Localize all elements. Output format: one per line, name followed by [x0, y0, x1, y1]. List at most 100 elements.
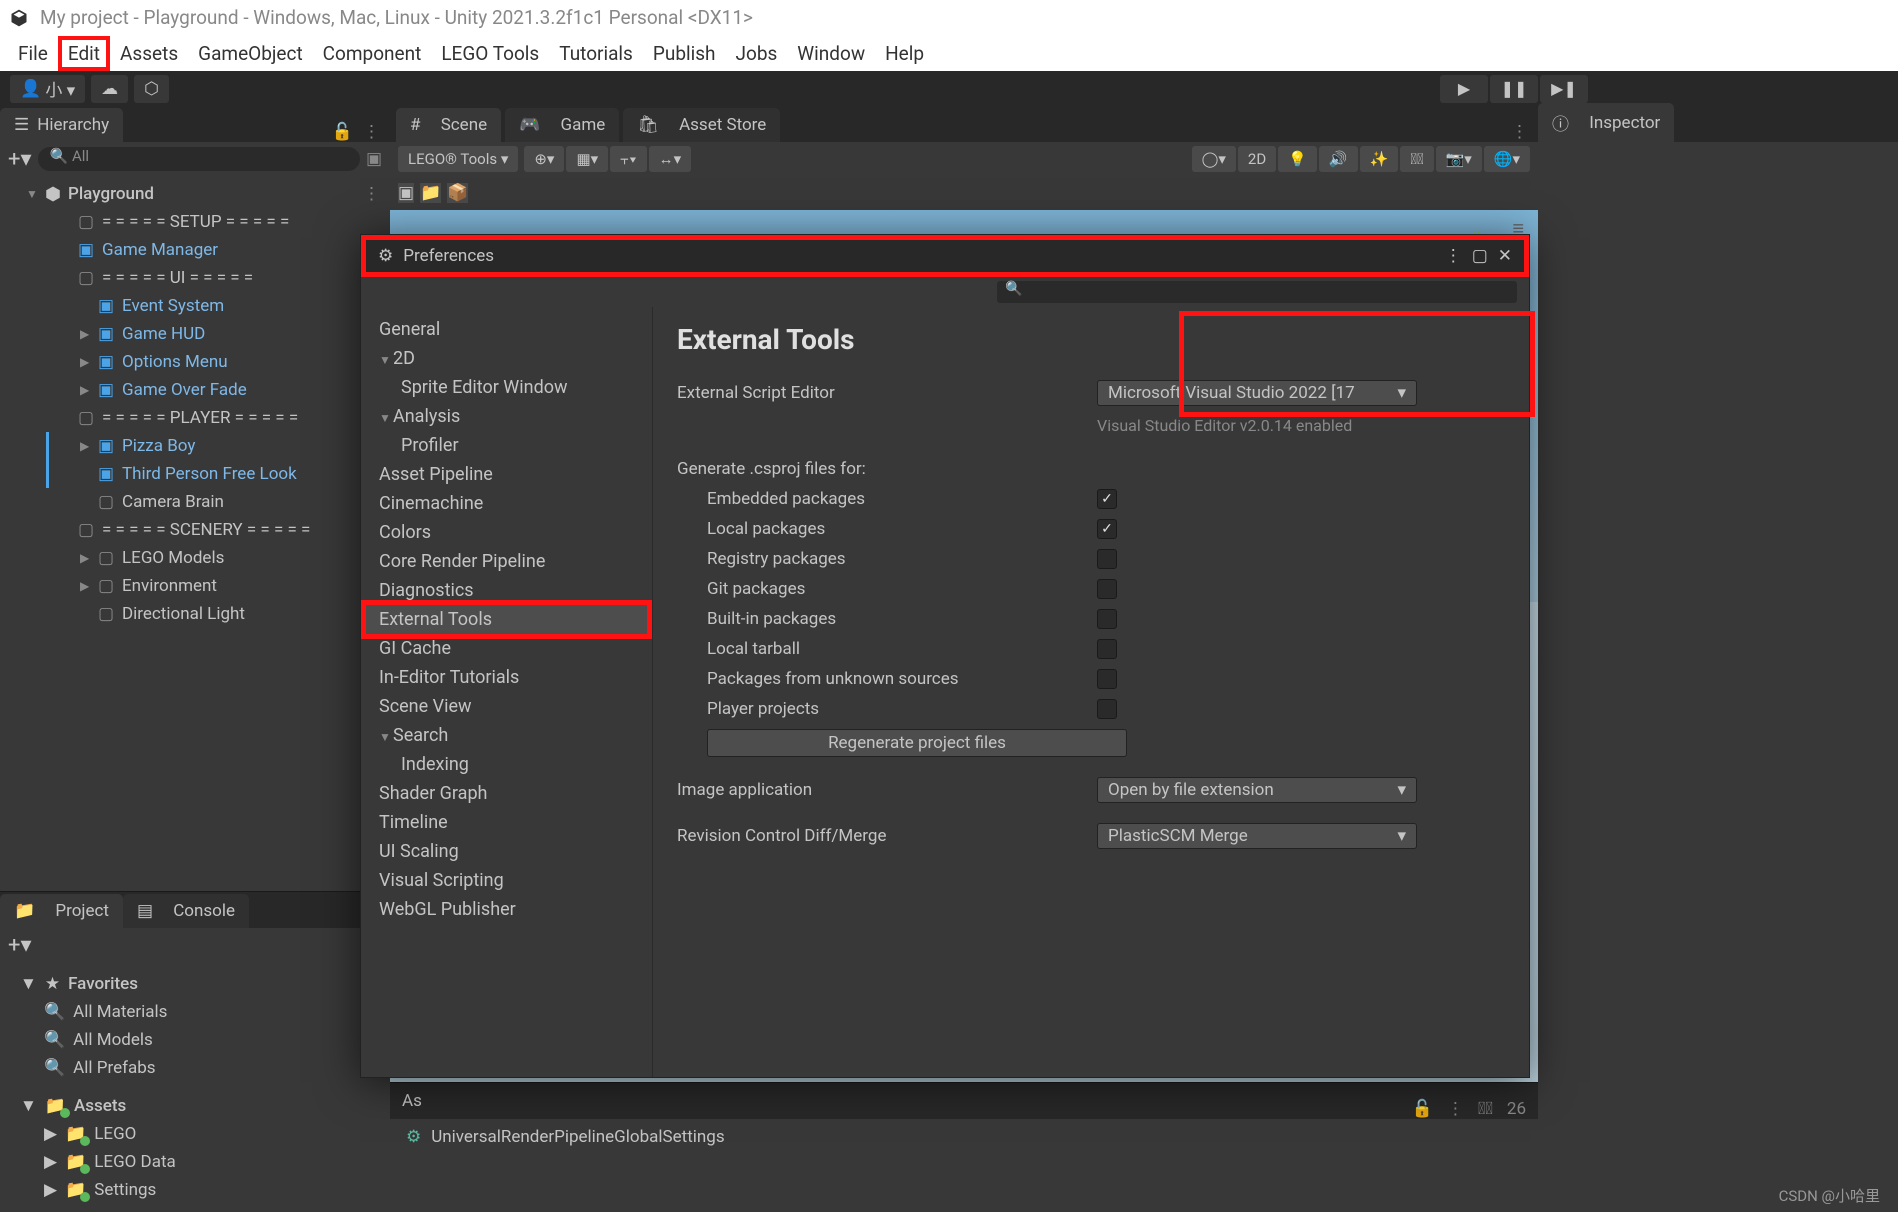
inspector-tab[interactable]: ⓘ Inspector — [1538, 103, 1674, 142]
local-packages-checkbox[interactable]: ✓ — [1097, 519, 1117, 539]
hierarchy-item[interactable]: ▶▢LEGO Models — [0, 544, 390, 572]
pref-indexing[interactable]: Indexing — [361, 750, 652, 779]
menu-jobs[interactable]: Jobs — [726, 36, 788, 71]
snap-button[interactable]: ⫟▾ — [610, 146, 646, 172]
lock-icon[interactable]: 🔓 — [1412, 1099, 1433, 1119]
account-button[interactable]: 👤 小 ▾ — [10, 75, 85, 103]
pref-ui-scaling[interactable]: UI Scaling — [361, 837, 652, 866]
pref-tutorials[interactable]: In-Editor Tutorials — [361, 663, 652, 692]
snap-increment-button[interactable]: ↔▾ — [649, 146, 692, 172]
lock-icon[interactable]: 🔓 — [332, 122, 353, 142]
assets-header[interactable]: ▼📁Assets — [0, 1092, 390, 1120]
pref-profiler[interactable]: Profiler — [361, 431, 652, 460]
more-icon[interactable]: ⋮ — [1511, 122, 1528, 142]
menu-component[interactable]: Component — [313, 36, 432, 71]
local-tarball-checkbox[interactable] — [1097, 639, 1117, 659]
project-tab[interactable]: 📁 Project — [0, 894, 123, 928]
hierarchy-item[interactable]: ▢= = = = = PLAYER = = = = = — [0, 404, 390, 432]
menu-edit[interactable]: Edit — [58, 36, 110, 71]
pref-search[interactable]: ▼Search — [361, 721, 652, 750]
step-button[interactable]: ▶❚ — [1540, 75, 1588, 103]
add-button[interactable]: +▾ — [8, 933, 32, 958]
external-script-editor-dropdown[interactable]: Microsoft Visual Studio 2022 [17 ▾ — [1097, 380, 1417, 406]
close-icon[interactable]: ✕ — [1498, 246, 1512, 266]
search-expand-icon[interactable]: ▣ — [366, 149, 382, 169]
tool-folder[interactable]: 📁 — [420, 183, 441, 203]
gizmos-button[interactable]: 🌐▾ — [1484, 146, 1530, 172]
more-icon[interactable]: ⋮ — [1445, 246, 1462, 266]
regenerate-button[interactable]: Regenerate project files — [707, 729, 1127, 757]
menu-tutorials[interactable]: Tutorials — [549, 36, 643, 71]
pref-webgl[interactable]: WebGL Publisher — [361, 895, 652, 924]
hierarchy-item[interactable]: ▶▣Pizza Boy — [0, 432, 390, 460]
preferences-search-input[interactable]: 🔍 — [997, 281, 1517, 303]
play-button[interactable]: ▶ — [1440, 75, 1488, 103]
pref-cinemachine[interactable]: Cinemachine — [361, 489, 652, 518]
lego-tools-dropdown[interactable]: LEGO® Tools ▾ — [398, 146, 518, 172]
embedded-packages-checkbox[interactable]: ✓ — [1097, 489, 1117, 509]
menu-publish[interactable]: Publish — [643, 36, 726, 71]
hierarchy-item[interactable]: ▢= = = = = UI = = = = = — [0, 264, 390, 292]
player-projects-checkbox[interactable] — [1097, 699, 1117, 719]
favorite-item[interactable]: 🔍All Models — [0, 1026, 390, 1054]
favorites-header[interactable]: ▼★Favorites — [0, 970, 390, 998]
2d-button[interactable]: 2D — [1238, 146, 1276, 172]
tool-cube[interactable]: ▣ — [398, 183, 414, 203]
asset-folder[interactable]: ▶📁Settings — [0, 1176, 390, 1204]
hierarchy-item[interactable]: ▢= = = = = SETUP = = = = = — [0, 208, 390, 236]
draw-mode-button[interactable]: ◯▾ — [1192, 146, 1236, 172]
more-icon[interactable]: ⋮ — [1447, 1099, 1464, 1119]
pref-general[interactable]: General — [361, 315, 652, 344]
hierarchy-item[interactable]: ▶▣Options Menu — [0, 348, 390, 376]
lighting-button[interactable]: 💡 — [1278, 146, 1317, 172]
hidden-icon[interactable]: 👁⃠ — [1478, 1099, 1493, 1119]
hierarchy-item[interactable]: ▢= = = = = SCENERY = = = = = — [0, 516, 390, 544]
menu-lego-tools[interactable]: LEGO Tools — [431, 36, 549, 71]
pref-2d[interactable]: ▼2D — [361, 344, 652, 373]
pref-analysis[interactable]: ▼Analysis — [361, 402, 652, 431]
add-button[interactable]: +▾ — [8, 147, 32, 172]
hierarchy-item[interactable]: ▶▣Game HUD — [0, 320, 390, 348]
cloud-button[interactable]: ☁ — [91, 75, 128, 103]
hierarchy-search-input[interactable]: 🔍 All — [38, 147, 360, 171]
fx-button[interactable]: ✨ — [1360, 146, 1399, 172]
revision-control-dropdown[interactable]: PlasticSCM Merge▾ — [1097, 823, 1417, 849]
scene-tab[interactable]: # Scene — [396, 108, 501, 142]
hierarchy-root[interactable]: ▼ Playground ⋮ — [0, 180, 390, 208]
pref-asset-pipeline[interactable]: Asset Pipeline — [361, 460, 652, 489]
hidden-button[interactable]: 👁⃠ — [1400, 146, 1433, 172]
hierarchy-item[interactable]: ▶▢Environment — [0, 572, 390, 600]
pref-core-render[interactable]: Core Render Pipeline — [361, 547, 652, 576]
menu-assets[interactable]: Assets — [110, 36, 188, 71]
asset-folder[interactable]: ▶📁LEGO Data — [0, 1148, 390, 1176]
console-tab[interactable]: ▤ Console — [123, 894, 249, 928]
git-packages-checkbox[interactable] — [1097, 579, 1117, 599]
grid-button[interactable]: ▦▾ — [566, 146, 608, 172]
menu-gameobject[interactable]: GameObject — [188, 36, 313, 71]
pivot-button[interactable]: ⊕▾ — [524, 146, 564, 172]
unknown-sources-checkbox[interactable] — [1097, 669, 1117, 689]
package-button[interactable]: ⬡ — [134, 75, 169, 103]
pref-shader-graph[interactable]: Shader Graph — [361, 779, 652, 808]
asset-item[interactable]: ⚙ UniversalRenderPipelineGlobalSettings — [390, 1119, 1538, 1155]
pref-scene-view[interactable]: Scene View — [361, 692, 652, 721]
menu-help[interactable]: Help — [875, 36, 934, 71]
hierarchy-item[interactable]: ▢Camera Brain🔺 — [0, 488, 390, 516]
favorite-item[interactable]: 🔍All Prefabs — [0, 1054, 390, 1082]
builtin-packages-checkbox[interactable] — [1097, 609, 1117, 629]
menu-file[interactable]: File — [8, 36, 58, 71]
tool-box[interactable]: 📦 — [447, 183, 468, 203]
hierarchy-item[interactable]: ▣Event System — [0, 292, 390, 320]
game-tab[interactable]: 🎮 Game — [505, 108, 619, 142]
pref-sprite-editor[interactable]: Sprite Editor Window — [361, 373, 652, 402]
image-app-dropdown[interactable]: Open by file extension▾ — [1097, 777, 1417, 803]
camera-button[interactable]: 📷▾ — [1436, 146, 1482, 172]
pref-visual-scripting[interactable]: Visual Scripting — [361, 866, 652, 895]
preferences-titlebar[interactable]: ⚙ Preferences ⋮ ▢ ✕ — [361, 235, 1529, 277]
hierarchy-item[interactable]: ▶▣Game Over Fade — [0, 376, 390, 404]
hierarchy-item[interactable]: ▢Directional Light — [0, 600, 390, 628]
maximize-icon[interactable]: ▢ — [1472, 246, 1488, 266]
favorite-item[interactable]: 🔍All Materials — [0, 998, 390, 1026]
asset-folder[interactable]: ▶📁LEGO — [0, 1120, 390, 1148]
hierarchy-tab[interactable]: ☰ Hierarchy — [0, 108, 123, 142]
